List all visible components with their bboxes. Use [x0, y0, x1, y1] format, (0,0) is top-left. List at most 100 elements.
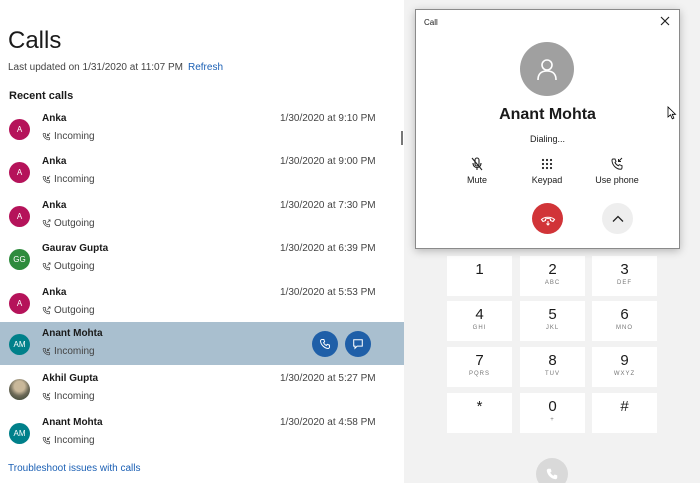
- call-direction: Outgoing: [54, 261, 95, 272]
- hang-up-icon: [540, 216, 555, 226]
- message-icon: [353, 339, 363, 350]
- dialpad-key[interactable]: 9 WXYZ: [592, 347, 657, 387]
- dialpad-digit: 1: [475, 261, 484, 278]
- call-direction: Incoming: [54, 346, 95, 357]
- dialpad-letters: GHI: [472, 325, 487, 331]
- call-row[interactable]: A Anka Incoming 1/30/2020 at 9:10 PM: [0, 107, 404, 150]
- expand-button[interactable]: [602, 203, 633, 234]
- caller-name: Anka: [42, 156, 67, 167]
- call-window-title: Call: [424, 18, 438, 27]
- call-status: Dialing...: [529, 134, 565, 144]
- close-icon[interactable]: [658, 14, 672, 28]
- dialpad-key[interactable]: 0 +: [520, 393, 585, 433]
- phone-outgoing-icon: [42, 262, 51, 271]
- mute-icon: [471, 157, 483, 171]
- caller-name: Anka: [42, 113, 67, 124]
- dialpad-digit: 5: [548, 306, 557, 323]
- dialpad-key[interactable]: 6 MNO: [592, 301, 657, 341]
- mute-button[interactable]: Mute: [447, 157, 507, 185]
- call-window: Call Anant Mohta Dialing... Mute Keypad …: [415, 9, 680, 249]
- dialpad-digit: #: [620, 398, 629, 415]
- call-direction: Incoming: [54, 174, 95, 185]
- call-icon: [546, 468, 558, 480]
- dialpad-key[interactable]: 4 GHI: [447, 301, 512, 341]
- dialpad-letters: PQRS: [468, 371, 490, 377]
- call-row[interactable]: A Anka Outgoing 1/30/2020 at 5:53 PM: [0, 281, 404, 324]
- hang-up-button[interactable]: [532, 203, 563, 234]
- call-timestamp: 1/30/2020 at 4:58 PM: [280, 417, 376, 428]
- dialpad-letters: +: [550, 417, 555, 423]
- dialpad-key[interactable]: 8 TUV: [520, 347, 585, 387]
- call-row[interactable]: AM Anant Mohta Incoming: [0, 322, 404, 365]
- last-updated-text: Last updated on 1/31/2020 at 11:07 PM: [8, 62, 183, 73]
- dialpad-digit: 3: [620, 261, 629, 278]
- dialpad-key[interactable]: 5 JKL: [520, 301, 585, 341]
- refresh-link[interactable]: Refresh: [188, 62, 223, 73]
- dialpad-key[interactable]: 7 PQRS: [447, 347, 512, 387]
- avatar: A: [9, 119, 30, 140]
- dialpad-key[interactable]: #: [592, 393, 657, 433]
- dialpad-letters: WXYZ: [613, 371, 636, 377]
- dialpad-digit: 9: [620, 352, 629, 369]
- caller-name: Anka: [42, 200, 67, 211]
- dialpad-digit: 6: [620, 306, 629, 323]
- caller-name: Anant Mohta: [42, 328, 103, 339]
- call-timestamp: 1/30/2020 at 6:39 PM: [280, 243, 376, 254]
- dialpad-call-button[interactable]: [536, 458, 568, 483]
- call-row[interactable]: Akhil Gupta Incoming 1/30/2020 at 5:27 PM: [0, 367, 404, 410]
- contact-name: Anant Mohta: [499, 106, 596, 123]
- avatar: A: [9, 206, 30, 227]
- mute-label: Mute: [466, 175, 487, 185]
- call-row[interactable]: AM Anant Mohta Incoming 1/30/2020 at 4:58 P…: [0, 411, 404, 454]
- call-row[interactable]: GG Gaurav Gupta Outgoing 1/30/2020 at 6:39 …: [0, 237, 404, 280]
- use-phone-label: Use phone: [595, 175, 639, 185]
- calls-panel: Calls Last updated on 1/31/2020 at 11:07…: [0, 0, 404, 483]
- call-row[interactable]: A Anka Outgoing 1/30/2020 at 7:30 PM: [0, 194, 404, 237]
- dialpad-digit: 7: [475, 352, 484, 369]
- avatar: A: [9, 293, 30, 314]
- call-direction: Incoming: [54, 131, 95, 142]
- caller-name: Akhil Gupta: [42, 373, 99, 384]
- page-title: Calls: [8, 27, 62, 54]
- use-phone-button[interactable]: Use phone: [587, 157, 647, 185]
- troubleshoot-link[interactable]: Troubleshoot issues with calls: [8, 463, 140, 474]
- phone-outgoing-icon: [42, 306, 51, 315]
- dialpad-digit: 2: [548, 261, 557, 278]
- call-timestamp: 1/30/2020 at 9:10 PM: [280, 113, 376, 124]
- dialpad-digit: *: [476, 398, 483, 415]
- caller-name: Anant Mohta: [42, 417, 103, 428]
- call-direction: Outgoing: [54, 305, 95, 316]
- recent-calls-heading: Recent calls: [9, 90, 74, 102]
- mouse-cursor-icon: [667, 106, 677, 120]
- chevron-up-icon: [612, 215, 623, 222]
- dialpad-key[interactable]: *: [447, 393, 512, 433]
- call-icon: [320, 339, 330, 349]
- dialpad-letters: ABC: [544, 280, 561, 286]
- call-timestamp: 1/30/2020 at 5:53 PM: [280, 287, 376, 298]
- person-icon: [537, 59, 557, 81]
- phone-incoming-icon: [42, 347, 51, 356]
- dialpad-key[interactable]: 2 ABC: [520, 256, 585, 296]
- keypad-button[interactable]: Keypad: [517, 157, 577, 185]
- call-timestamp: 1/30/2020 at 7:30 PM: [280, 200, 376, 211]
- dialpad-letters: DEF: [617, 280, 632, 286]
- phone-outgoing-icon: [42, 219, 51, 228]
- phone-incoming-icon: [42, 436, 51, 445]
- dialpad-letters: MNO: [616, 325, 633, 331]
- avatar: A: [9, 162, 30, 183]
- message-button[interactable]: [345, 331, 371, 357]
- dialpad-key[interactable]: 3 DEF: [592, 256, 657, 296]
- caller-name: Anka: [42, 287, 67, 298]
- scrollbar-thumb[interactable]: [401, 131, 403, 145]
- dialpad-digit: 0: [548, 398, 557, 415]
- dialpad-key[interactable]: 1: [447, 256, 512, 296]
- call-timestamp: 1/30/2020 at 5:27 PM: [280, 373, 376, 384]
- call-back-button[interactable]: [312, 331, 338, 357]
- dialpad-digit: 4: [475, 306, 484, 323]
- call-direction: Outgoing: [54, 218, 95, 229]
- keypad-icon: [541, 158, 553, 170]
- dialpad-letters: JKL: [545, 325, 560, 331]
- phone-incoming-icon: [42, 175, 51, 184]
- dialpad-letters: TUV: [545, 371, 560, 377]
- call-row[interactable]: A Anka Incoming 1/30/2020 at 9:00 PM: [0, 150, 404, 193]
